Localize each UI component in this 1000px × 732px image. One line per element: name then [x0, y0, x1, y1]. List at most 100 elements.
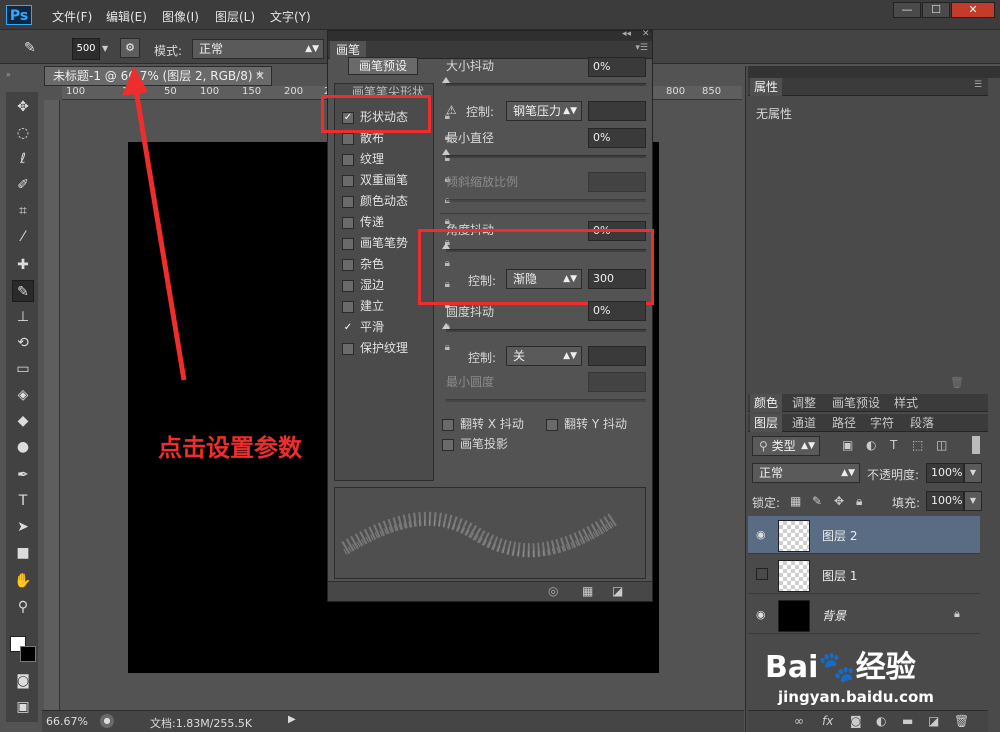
- layer-row-layer-2[interactable]: ◉ 图层 2: [748, 516, 980, 554]
- history-brush-tool-icon[interactable]: ⟲: [12, 332, 34, 354]
- filter-shape-icon[interactable]: ⬚: [912, 438, 923, 452]
- marquee-tool-icon[interactable]: ◌: [12, 122, 34, 144]
- quick-mask-icon[interactable]: ◙: [12, 670, 34, 692]
- list-item-protect-texture[interactable]: 保护纹理 🔒︎: [342, 338, 450, 358]
- lock-icon[interactable]: 🔒︎: [445, 338, 450, 358]
- checkbox[interactable]: [342, 279, 354, 292]
- menu-type[interactable]: 文字(Y): [270, 8, 311, 25]
- screen-mode-icon[interactable]: ▣: [12, 696, 34, 718]
- visibility-eye-icon[interactable]: ◉: [756, 528, 766, 541]
- lock-pixels-icon[interactable]: ✎: [812, 494, 822, 508]
- roundness-control-dropdown[interactable]: 关 ▲▼: [506, 346, 582, 366]
- size-control-dropdown[interactable]: 钢笔压力 ▲▼: [506, 101, 582, 121]
- checkbox[interactable]: [442, 438, 454, 451]
- fill-dropdown-icon[interactable]: ▼: [964, 491, 982, 511]
- size-jitter-field[interactable]: 0%: [588, 57, 646, 77]
- brush-tool-icon[interactable]: ✎: [12, 280, 34, 302]
- add-mask-icon[interactable]: ◙: [850, 714, 862, 728]
- size-jitter-slider[interactable]: [446, 83, 646, 86]
- status-menu-icon[interactable]: ▶: [288, 714, 296, 725]
- tab-layers[interactable]: 图层: [750, 414, 783, 432]
- layer-name[interactable]: 图层 2: [822, 527, 857, 544]
- minimize-button[interactable]: —: [893, 2, 921, 18]
- brush-preset-button[interactable]: 画笔预设: [348, 57, 418, 75]
- fx-icon[interactable]: fx: [822, 714, 833, 728]
- group-folder-icon[interactable]: ▬: [902, 714, 913, 728]
- checkbox[interactable]: [546, 418, 558, 431]
- eraser-tool-icon[interactable]: ▭: [12, 358, 34, 380]
- collapse-panel-icon[interactable]: ◂◂: [622, 29, 631, 39]
- opacity-field[interactable]: 100%: [926, 463, 964, 483]
- min-diameter-slider[interactable]: [446, 155, 646, 158]
- filter-type-icon[interactable]: T: [890, 438, 897, 452]
- lock-position-icon[interactable]: ✥: [834, 494, 844, 508]
- layer-filter-dropdown[interactable]: ⚲ 类型 ▲▼: [752, 436, 820, 456]
- link-layers-icon[interactable]: ∞: [794, 714, 804, 728]
- close-panel-icon[interactable]: ✕: [642, 29, 650, 39]
- panel-menu-icon[interactable]: ▾☰: [635, 43, 648, 53]
- checkbox[interactable]: [342, 300, 354, 313]
- crop-tool-icon[interactable]: ⌗: [12, 200, 34, 222]
- tab-paths[interactable]: 路径: [828, 414, 860, 432]
- checkbox[interactable]: [342, 237, 354, 250]
- layer-row-layer-1[interactable]: 图层 1: [748, 556, 980, 594]
- eyedropper-tool-icon[interactable]: ⁄: [12, 226, 34, 248]
- new-layer-icon[interactable]: ◪: [928, 714, 939, 728]
- checkbox[interactable]: [342, 132, 354, 145]
- list-item-dual-brush[interactable]: 双重画笔 🔒︎: [342, 170, 450, 190]
- delete-layer-icon[interactable]: 🗑︎: [954, 714, 969, 728]
- collapse-icon[interactable]: »: [6, 70, 38, 79]
- filter-smart-icon[interactable]: ◫: [936, 438, 947, 452]
- toggle-preview-icon[interactable]: ◎: [548, 584, 558, 598]
- visibility-eye-icon[interactable]: ◉: [756, 608, 766, 621]
- roundness-jitter-field[interactable]: 0%: [588, 301, 646, 321]
- fill-field[interactable]: 100%: [926, 491, 964, 511]
- bucket-tool-icon[interactable]: ◈: [12, 384, 34, 406]
- slider-knob[interactable]: [442, 77, 450, 83]
- mode-dropdown[interactable]: 正常 ▲▼: [192, 39, 324, 59]
- checkbox[interactable]: [342, 153, 354, 166]
- share-icon[interactable]: ●: [100, 714, 114, 728]
- zoom-tool-icon[interactable]: ⚲: [12, 596, 34, 618]
- tab-brush-presets[interactable]: 画笔预设: [828, 394, 884, 412]
- blend-mode-dropdown[interactable]: 正常 ▲▼: [752, 463, 860, 483]
- brush-size-field[interactable]: 500: [72, 38, 100, 60]
- checkbox[interactable]: [342, 174, 354, 187]
- opacity-dropdown-icon[interactable]: ▼: [964, 463, 982, 483]
- layer-row-background[interactable]: ◉ 背景 🔒︎: [748, 596, 980, 634]
- pen-tool-icon[interactable]: ✒: [12, 464, 34, 486]
- panel-menu-icon[interactable]: ☰: [974, 80, 982, 90]
- trash-icon[interactable]: 🗑︎: [950, 376, 964, 389]
- filter-adjustment-icon[interactable]: ◐: [866, 438, 876, 452]
- hand-tool-icon[interactable]: ✋: [12, 570, 34, 592]
- tab-character[interactable]: 字符: [866, 414, 898, 432]
- grid-icon[interactable]: ▦: [582, 584, 593, 598]
- close-button[interactable]: ✕: [951, 2, 995, 18]
- adjustment-layer-icon[interactable]: ◐: [876, 714, 886, 728]
- filter-pixel-icon[interactable]: ▣: [842, 438, 853, 452]
- type-tool-icon[interactable]: T: [12, 490, 34, 512]
- new-brush-icon[interactable]: ◪: [612, 584, 623, 598]
- projection-checkbox[interactable]: 画笔投影: [442, 435, 508, 452]
- size-control-field[interactable]: [588, 101, 646, 121]
- layer-name[interactable]: 图层 1: [822, 567, 857, 584]
- checkbox[interactable]: [442, 418, 454, 431]
- maximize-button[interactable]: ☐: [922, 2, 950, 18]
- visibility-toggle-empty[interactable]: [756, 568, 768, 580]
- chevron-down-icon[interactable]: ▼: [102, 44, 108, 53]
- quick-select-tool-icon[interactable]: ✐: [12, 174, 34, 196]
- move-tool-icon[interactable]: ✥: [12, 96, 34, 118]
- roundness-jitter-slider[interactable]: [446, 329, 646, 332]
- tab-adjustments[interactable]: 调整: [788, 394, 820, 412]
- checkbox[interactable]: [342, 195, 354, 208]
- checkbox[interactable]: [342, 216, 354, 229]
- shape-tool-icon[interactable]: ■: [12, 542, 34, 564]
- menu-edit[interactable]: 编辑(E): [106, 8, 147, 25]
- brush-tool-icon[interactable]: ✎: [24, 40, 36, 56]
- flip-y-checkbox[interactable]: 翻转 Y 抖动: [546, 415, 627, 432]
- lasso-tool-icon[interactable]: ℓ: [12, 148, 34, 170]
- stamp-tool-icon[interactable]: ⊥: [12, 306, 34, 328]
- roundness-control-field[interactable]: [588, 346, 646, 366]
- checkbox[interactable]: [342, 342, 354, 355]
- tab-properties[interactable]: 属性: [750, 78, 783, 96]
